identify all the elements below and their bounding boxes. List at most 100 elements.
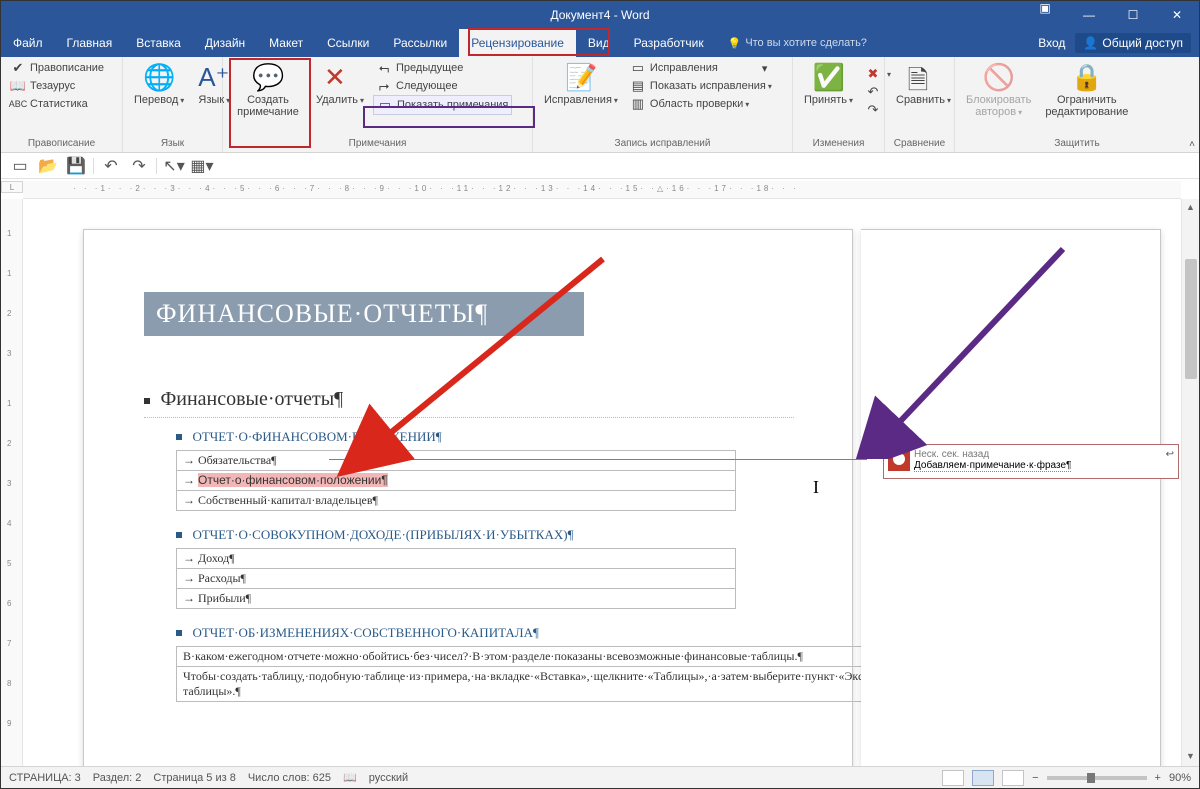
zoom-in-button[interactable]: + xyxy=(1155,772,1161,784)
restrict-editing-button[interactable]: 🔒Ограничитьредактирование xyxy=(1040,59,1133,121)
display-for-review-dropdown[interactable]: ▭Исправления▾ xyxy=(627,59,775,77)
share-button[interactable]: 👤Общий доступ xyxy=(1075,33,1191,53)
doc-title[interactable]: ФИНАНСОВЫЕ·ОТЧЕТЫ¶ xyxy=(144,292,584,336)
collapse-ribbon-icon[interactable]: ˄ xyxy=(1189,139,1195,150)
compare-button[interactable]: 🗎Сравнить xyxy=(891,59,956,109)
table-row: В·каком·ежегодном·отчете·можно·обойтись·… xyxy=(177,647,903,667)
accept-button[interactable]: ✅Принять xyxy=(799,59,858,109)
table[interactable]: → Доход¶ → Расходы¶ → Прибыли¶ xyxy=(176,548,736,609)
heading-1[interactable]: Финансовые·отчеты¶ xyxy=(160,388,343,410)
tell-me-search[interactable]: 💡Что вы хотите сделать? xyxy=(716,29,879,57)
tab-layout[interactable]: Макет xyxy=(257,29,315,57)
tab-view[interactable]: Вид xyxy=(576,29,622,57)
heading-2[interactable]: ОТЧЕТ·О·СОВОКУПНОМ·ДОХОДЕ·(ПРИБЫЛЯХ·И·УБ… xyxy=(192,527,573,542)
show-comments-button[interactable]: ▭Показать примечания xyxy=(373,95,512,115)
close-button[interactable]: ✕ xyxy=(1155,1,1199,29)
bullet-icon xyxy=(176,434,182,440)
read-mode-button[interactable] xyxy=(942,770,964,786)
new-comment-button[interactable]: 💬Создатьпримечание xyxy=(229,59,307,121)
next-comment-button[interactable]: ⮣Следующее xyxy=(373,77,512,95)
tab-review[interactable]: Рецензирование xyxy=(459,29,576,57)
bullet-icon xyxy=(176,532,182,538)
group-proofing-label: Правописание xyxy=(7,136,116,152)
delete-comment-button[interactable]: ✕Удалить xyxy=(311,59,369,109)
ruler-corner: L xyxy=(1,181,23,193)
show-markup-dropdown[interactable]: ▤Показать исправления xyxy=(627,77,775,95)
maximize-button[interactable]: ☐ xyxy=(1111,1,1155,29)
status-page[interactable]: СТРАНИЦА: 3 xyxy=(9,772,81,784)
tab-mailings[interactable]: Рассылки xyxy=(381,29,459,57)
status-language[interactable]: русский xyxy=(369,772,408,784)
thesaurus-button[interactable]: 📖Тезаурус xyxy=(7,77,107,95)
translate-button[interactable]: 🌐Перевод xyxy=(129,59,189,109)
tab-insert[interactable]: Вставка xyxy=(124,29,193,57)
track-changes-button[interactable]: 📝Исправления xyxy=(539,59,623,109)
delete-icon: ✕ xyxy=(324,62,356,94)
qat-open-icon[interactable]: 📂 xyxy=(37,156,59,176)
scroll-up-icon[interactable]: ▲ xyxy=(1186,199,1195,215)
status-section[interactable]: Раздел: 2 xyxy=(93,772,142,784)
compare-icon: 🗎 xyxy=(908,62,940,94)
reviewing-pane-dropdown[interactable]: ▥Область проверки xyxy=(627,95,775,113)
status-proof-icon[interactable]: 📖 xyxy=(343,771,357,784)
zoom-out-button[interactable]: − xyxy=(1032,772,1038,784)
horizontal-ruler[interactable]: · · ·1· · ·2· · ·3· · ·4· · ·5· · ·6· · … xyxy=(23,181,1181,199)
zoom-knob[interactable] xyxy=(1087,773,1095,783)
prev-icon: ⮢ xyxy=(376,60,392,76)
word-count-button[interactable]: ABCСтатистика xyxy=(7,95,107,113)
selected-text[interactable]: Отчет·о·финансовом·положении¶ xyxy=(198,473,388,487)
group-language-label: Язык xyxy=(129,136,216,152)
qat-new-icon[interactable]: ▭ xyxy=(9,156,31,176)
display-icon: ▭ xyxy=(630,60,646,76)
document-page[interactable]: ФИНАНСОВЫЕ·ОТЧЕТЫ¶ Финансовые·отчеты¶ ОТ… xyxy=(83,229,853,766)
scroll-down-icon[interactable]: ▼ xyxy=(1186,748,1195,764)
comment-text[interactable]: Добавляем·примечание·к·фразе¶ xyxy=(914,460,1071,472)
vertical-ruler[interactable]: 1123123456789 xyxy=(1,199,23,766)
ribbon-display-options-icon[interactable]: ▣ xyxy=(1023,1,1067,29)
spelling-button[interactable]: ✔Правописание xyxy=(7,59,107,77)
scroll-thumb[interactable] xyxy=(1185,259,1197,379)
vertical-scrollbar[interactable]: ▲ ▼ xyxy=(1181,199,1199,766)
tab-references[interactable]: Ссылки xyxy=(315,29,381,57)
block-authors-button: 🚫Блокироватьавторов xyxy=(961,59,1036,121)
web-layout-button[interactable] xyxy=(1002,770,1024,786)
group-compare-label: Сравнение xyxy=(891,136,948,152)
comment-balloon[interactable]: ↩ Неск. сек. назад Добавляем·примечание·… xyxy=(883,444,1179,479)
signin-link[interactable]: Вход xyxy=(1038,36,1065,50)
document-area[interactable]: ФИНАНСОВЫЕ·ОТЧЕТЫ¶ Финансовые·отчеты¶ ОТ… xyxy=(23,199,1181,766)
new-comment-icon: 💬 xyxy=(252,62,284,94)
heading-2[interactable]: ОТЧЕТ·О·ФИНАНСОВОМ·ПОЛОЖЕНИИ¶ xyxy=(192,429,441,444)
table-row: → Отчет·о·финансовом·положении¶ xyxy=(177,471,736,491)
qat-undo-icon[interactable]: ↶ xyxy=(100,156,122,176)
reject-icon: ✖ xyxy=(865,66,881,82)
table-row: → Прибыли¶ xyxy=(177,589,736,609)
zoom-level[interactable]: 90% xyxy=(1169,772,1191,784)
status-pages[interactable]: Страница 5 из 8 xyxy=(153,772,235,784)
heading-2[interactable]: ОТЧЕТ·ОБ·ИЗМЕНЕНИЯХ·СОБСТВЕННОГО·КАПИТАЛ… xyxy=(192,625,538,640)
reply-icon[interactable]: ↩ xyxy=(1166,449,1174,460)
title-bar: Документ4 - Word ▣ ― ☐ ✕ xyxy=(1,1,1199,29)
status-bar: СТРАНИЦА: 3 Раздел: 2 Страница 5 из 8 Чи… xyxy=(1,766,1199,788)
print-layout-button[interactable] xyxy=(972,770,994,786)
zoom-slider[interactable] xyxy=(1047,776,1147,780)
block-authors-icon: 🚫 xyxy=(983,62,1015,94)
qat-save-icon[interactable]: 💾 xyxy=(65,156,87,176)
qat-redo-icon[interactable]: ↷ xyxy=(128,156,150,176)
tab-developer[interactable]: Разработчик xyxy=(622,29,716,57)
qat-group-icon[interactable]: ▦▾ xyxy=(191,156,213,176)
tab-file[interactable]: Файл xyxy=(1,29,55,57)
table-row: → Доход¶ xyxy=(177,549,736,569)
group-comments-label: Примечания xyxy=(229,136,526,152)
comments-pane xyxy=(861,229,1161,766)
toc-section: Финансовые·отчеты¶ xyxy=(144,388,794,418)
status-words[interactable]: Число слов: 625 xyxy=(248,772,331,784)
tab-design[interactable]: Дизайн xyxy=(193,29,257,57)
tab-home[interactable]: Главная xyxy=(55,29,125,57)
restrict-icon: 🔒 xyxy=(1071,62,1103,94)
table[interactable]: В·каком·ежегодном·отчете·можно·обойтись·… xyxy=(176,646,903,702)
qat-select-icon[interactable]: ↖▾ xyxy=(163,156,185,176)
markup-icon: ▤ xyxy=(630,78,646,94)
minimize-button[interactable]: ― xyxy=(1067,1,1111,29)
previous-comment-button[interactable]: ⮢Предыдущее xyxy=(373,59,512,77)
ribbon-tabs: Файл Главная Вставка Дизайн Макет Ссылки… xyxy=(1,29,1199,57)
